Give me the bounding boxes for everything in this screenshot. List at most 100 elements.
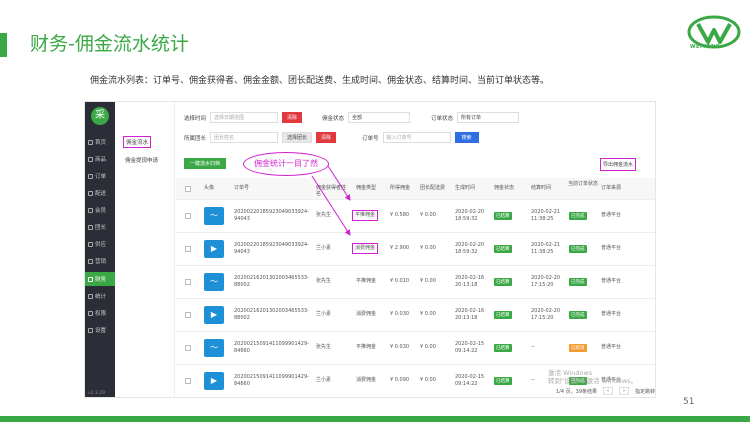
table-header: 头像 订单号 佣金获得者姓名 佣金类型 所得佣金 团长配送费 生成时间 佣金状态… xyxy=(176,178,655,200)
sidebar-item-label: 设置 xyxy=(95,328,107,334)
header-avatar: 头像 xyxy=(204,185,215,191)
order-number: 20200220185923049033924- 94043 xyxy=(234,209,309,222)
sidebar-item-label: 财务 xyxy=(95,277,107,283)
commission-status-select[interactable]: 全部 xyxy=(348,112,411,123)
select-leader-button[interactable]: 选择团长 xyxy=(282,132,313,143)
main-content: 选择时间 选择日期范围 清除 佣金状态 全部 订单状态 所有订单 所属团长 团长… xyxy=(176,102,655,397)
leader-fee: ¥ 0.00 xyxy=(420,344,436,350)
commission-amount: ¥ 0.090 xyxy=(390,377,410,383)
created-time: 2020-02-20 18:59:32 xyxy=(455,209,485,222)
sidebar-item-label: 商品 xyxy=(95,157,107,163)
marketing-icon xyxy=(88,258,93,264)
jump-page-button[interactable]: 指定跳转 xyxy=(635,388,655,395)
settled-time: 2020-02-21 11:38:25 xyxy=(531,209,561,222)
sidebar-item-supply[interactable]: 供应 xyxy=(85,237,115,251)
sidebar-item-home[interactable]: 首页 xyxy=(85,135,115,149)
page-number: 51 xyxy=(683,397,695,407)
order-source: 普通平台 xyxy=(601,278,622,284)
commission-amount: ¥ 0.010 xyxy=(390,278,410,284)
status-badge: 已结算 xyxy=(494,278,512,286)
order-status-badge: 已取消 xyxy=(569,344,587,352)
row-checkbox[interactable] xyxy=(185,312,191,318)
time-filter: 选择时间 选择日期范围 清除 xyxy=(184,112,303,123)
commission-status-label: 佣金状态 xyxy=(322,115,345,122)
select-all-checkbox[interactable] xyxy=(185,186,191,192)
created-time: 2020-02-20 18:59:32 xyxy=(455,242,485,255)
brand-logo-text: WEIYONG xyxy=(690,44,721,50)
clear-leader-button[interactable]: 清除 xyxy=(316,132,337,143)
order-number: 20200216201302003465533- 88002 xyxy=(234,275,309,288)
order-status-badge: 已完成 xyxy=(569,245,587,253)
supply-icon xyxy=(88,241,93,247)
sidebar-item-permission[interactable]: 权限 xyxy=(85,306,115,320)
prev-page-button[interactable]: ‹ xyxy=(603,387,613,395)
sidebar-item-label: 统计 xyxy=(95,294,107,300)
search-button[interactable]: 搜索 xyxy=(454,132,479,143)
row-checkbox[interactable] xyxy=(185,345,191,351)
order-status-filter: 订单状态 所有订单 xyxy=(431,112,520,123)
earner-name: 兰小素 xyxy=(316,245,332,251)
row-checkbox[interactable] xyxy=(185,213,191,219)
settled-time: 2020-02-20 17:15:20 xyxy=(531,275,561,288)
header-earner: 佣金获得者姓名 xyxy=(316,185,347,197)
commission-type: 消费佣金 xyxy=(356,311,377,317)
date-range-input[interactable]: 选择日期范围 xyxy=(210,112,279,123)
app-logo: 采 xyxy=(91,107,109,125)
clear-date-button[interactable]: 清除 xyxy=(282,112,303,123)
settled-time: 2020-02-21 11:38:25 xyxy=(531,242,561,255)
sidebar-item-label: 团长 xyxy=(95,225,107,231)
sub-navigation: 佣金流水 佣金提现申请 xyxy=(115,102,175,397)
header-order-status: 当前订单状态 xyxy=(568,181,599,187)
table-row[interactable]: 〜 20200216201302003465533- 88002 张先生 平推佣金 ¥ 0… xyxy=(176,266,655,299)
pagination: 1/4 页，39条结果 ‹ › 指定跳转 xyxy=(556,387,655,395)
leader-fee: ¥ 0.00 xyxy=(420,278,436,284)
order-status-label: 订单状态 xyxy=(431,115,454,122)
order-source: 普通平台 xyxy=(601,212,622,218)
sidebar-item-settings[interactable]: 设置 xyxy=(85,323,115,337)
order-status-select[interactable]: 所有订单 xyxy=(457,112,520,123)
order-number: 20200216201302003465533- 88002 xyxy=(234,308,309,321)
header-settled: 结算时间 xyxy=(531,185,552,191)
header-amount: 所得佣金 xyxy=(390,185,411,191)
leader-fee: ¥ 0.00 xyxy=(420,245,436,251)
sidebar-item-stats[interactable]: 统计 xyxy=(85,289,115,303)
table-row[interactable]: ▶ 20200220185923049033924- 94043 兰小素 消费佣金 ¥ 2… xyxy=(176,233,655,266)
table-row[interactable]: ▶ 20200216201302003465533- 88002 兰小素 消费佣金 ¥ 0… xyxy=(176,299,655,332)
sidebar-item-label: 权限 xyxy=(95,311,107,317)
commission-type: 消费佣金 xyxy=(352,243,379,254)
leader-name-input[interactable]: 团长姓名 xyxy=(210,132,279,143)
avatar: 〜 xyxy=(204,207,224,225)
sidebar-item-finance[interactable]: 财务 xyxy=(85,272,115,286)
sidebar: 采 首页 商品 订单 配送 会员 团长 供应 营销 财务 统计 权限 设置 v2… xyxy=(85,102,115,397)
slide-title: 财务-佣金流水统计 xyxy=(30,33,189,55)
header-order-no: 订单号 xyxy=(234,185,250,191)
sidebar-item-order[interactable]: 订单 xyxy=(85,169,115,183)
status-badge: 已结算 xyxy=(494,344,512,352)
sidebar-item-marketing[interactable]: 营销 xyxy=(85,254,115,268)
table-row[interactable]: 〜 20200220185923049033924- 94043 张先生 平推佣金 ¥ 0… xyxy=(176,200,655,233)
next-page-button[interactable]: › xyxy=(619,387,629,395)
archive-all-button[interactable]: 一键流水归档 xyxy=(184,158,227,169)
sidebar-item-delivery[interactable]: 配送 xyxy=(85,186,115,200)
subnav-item-withdraw-request[interactable]: 佣金提现申请 xyxy=(125,156,158,164)
row-checkbox[interactable] xyxy=(185,246,191,252)
watermark-line-2: 转到"设置"以激活 Windows。 xyxy=(548,377,638,385)
sidebar-item-label: 首页 xyxy=(95,140,107,146)
sidebar-item-leader[interactable]: 团长 xyxy=(85,220,115,234)
app-version: v2.3.29 xyxy=(88,391,105,396)
slide-description: 佣金流水列表：订单号、佣金获得者、佣金金额、团长配送费、生成时间、佣金状态、结算… xyxy=(90,76,550,86)
order-no-input[interactable]: 输入订单号 xyxy=(382,132,451,143)
order-number: 20200215091411099901429- 84660 xyxy=(234,374,309,387)
sidebar-item-member[interactable]: 会员 xyxy=(85,203,115,217)
settled-time: -- xyxy=(531,377,535,383)
row-checkbox[interactable] xyxy=(185,279,191,285)
subnav-item-commission-flow[interactable]: 佣金流水 xyxy=(123,136,152,148)
commission-type: 消费佣金 xyxy=(356,377,377,383)
table-row[interactable]: 〜 20200215091411099901429- 84660 张先生 平推佣金 ¥ 0… xyxy=(176,332,655,365)
commission-type: 平推佣金 xyxy=(356,344,377,350)
row-checkbox[interactable] xyxy=(185,378,191,384)
export-button[interactable]: 导出佣金流水 xyxy=(600,158,637,171)
avatar: ▶ xyxy=(204,372,224,390)
sidebar-item-goods[interactable]: 商品 xyxy=(85,152,115,166)
avatar: 〜 xyxy=(204,273,224,291)
